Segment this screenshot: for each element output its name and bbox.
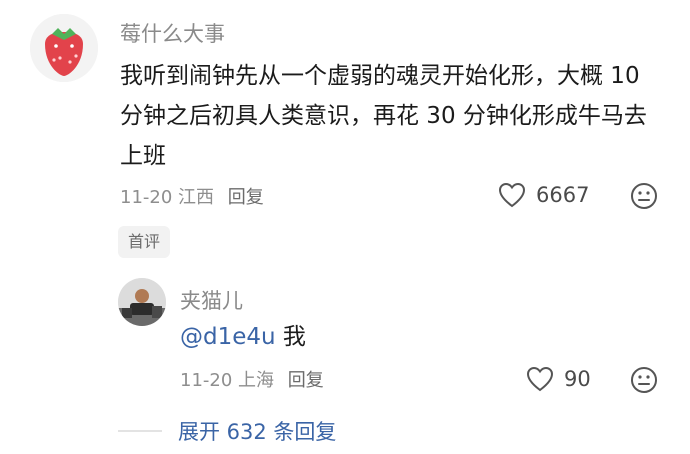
- divider: [118, 430, 162, 432]
- reply-button[interactable]: 回复: [288, 370, 324, 391]
- username[interactable]: 莓什么大事: [120, 18, 225, 48]
- expand-replies-link[interactable]: 展开 632 条回复: [178, 416, 336, 446]
- strawberry-avatar-icon: [30, 14, 98, 82]
- comment-location: 江西: [178, 187, 215, 208]
- person-avatar-icon: [118, 278, 166, 326]
- face-icon: [631, 183, 657, 209]
- username[interactable]: 夹猫儿: [180, 285, 243, 315]
- emoji-reaction-button[interactable]: [630, 182, 658, 210]
- reply-text: @d1e4u 我: [180, 320, 306, 354]
- reply-location: 上海: [238, 370, 275, 391]
- avatar[interactable]: [118, 278, 166, 326]
- heart-icon: [498, 182, 526, 208]
- face-icon: [631, 367, 657, 393]
- reply-button[interactable]: 回复: [228, 187, 264, 208]
- mention-link[interactable]: @d1e4u: [180, 324, 276, 350]
- like-count: 90: [564, 367, 591, 391]
- reply-date: 11-20: [180, 370, 233, 391]
- emoji-reaction-button[interactable]: [630, 366, 658, 394]
- comment-meta: 11-20 江西 回复: [120, 183, 264, 209]
- like-button[interactable]: 6667: [498, 182, 589, 208]
- heart-icon: [526, 366, 554, 392]
- reply-body: 我: [275, 324, 306, 350]
- like-button[interactable]: 90: [526, 366, 591, 392]
- first-comment-badge: 首评: [118, 226, 171, 258]
- comment-date: 11-20: [120, 187, 173, 208]
- comment-text: 我听到闹钟先从一个虚弱的魂灵开始化形，大概 10 分钟之后初具人类意识，再花 3…: [120, 63, 647, 169]
- avatar[interactable]: [30, 14, 98, 82]
- reply-meta: 11-20 上海 回复: [180, 366, 324, 392]
- like-count: 6667: [536, 183, 590, 207]
